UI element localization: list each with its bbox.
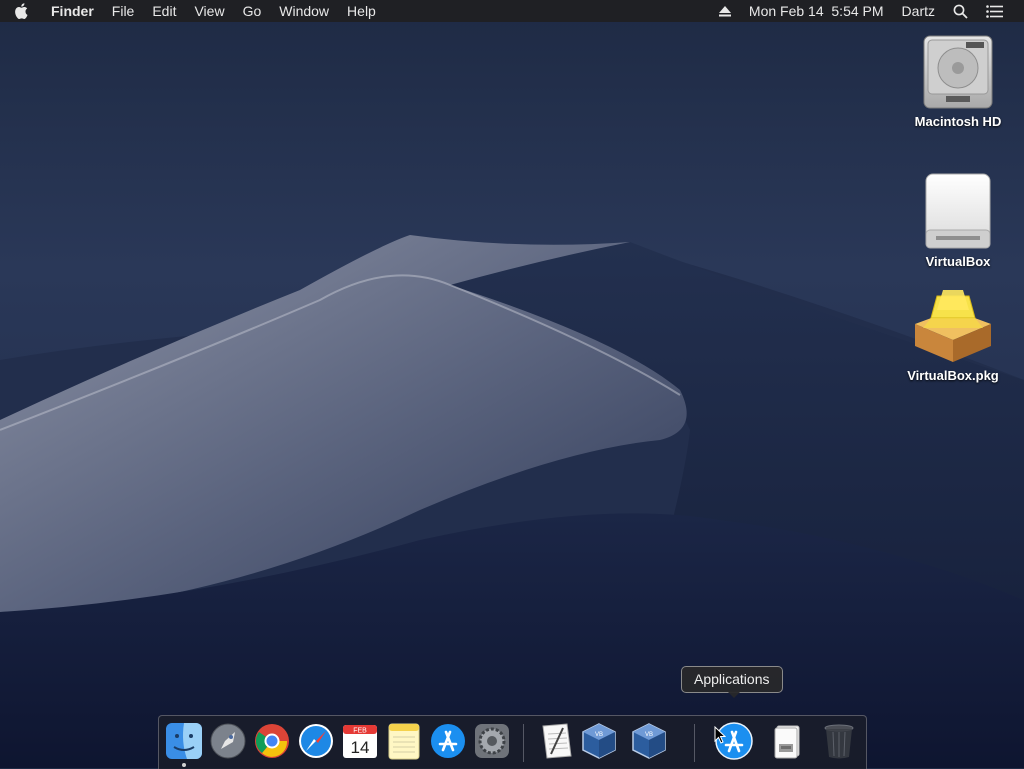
dock-item-chrome[interactable]	[252, 721, 292, 761]
desktop-icon-macintosh-hd[interactable]: Macintosh HD	[898, 32, 1018, 129]
menu-go[interactable]: Go	[234, 0, 271, 22]
desktop-wallpaper	[0, 0, 1024, 768]
virtualbox-icon: VB	[632, 723, 666, 759]
dock-item-trash[interactable]	[819, 721, 859, 761]
dock-item-notes[interactable]	[384, 721, 424, 761]
desktop-icon-virtualbox-disk[interactable]: VirtualBox	[898, 172, 1018, 269]
dock-item-finder[interactable]	[164, 721, 204, 761]
dock-separator	[523, 724, 524, 762]
dock-item-app-store[interactable]	[428, 721, 468, 761]
chrome-icon	[255, 724, 289, 758]
apple-menu-icon[interactable]	[0, 0, 42, 22]
menu-bar: Finder File Edit View Go Window Help Mon…	[0, 0, 1024, 22]
dock-item-safari[interactable]	[296, 721, 336, 761]
svg-text:VB: VB	[595, 732, 603, 738]
mouse-cursor-icon	[714, 726, 726, 744]
dock-tooltip: Applications	[681, 666, 783, 693]
menu-edit[interactable]: Edit	[143, 0, 185, 22]
menu-window[interactable]: Window	[270, 0, 338, 22]
menu-file[interactable]: File	[103, 0, 144, 22]
external-disk-icon	[925, 173, 991, 249]
dock-item-launchpad[interactable]	[208, 721, 248, 761]
running-indicator	[182, 763, 186, 767]
dock-item-system-preferences[interactable]	[472, 721, 512, 761]
downloads-stack-icon	[774, 725, 800, 759]
desktop-icon-label: Macintosh HD	[914, 114, 1002, 129]
safari-icon	[299, 724, 333, 758]
spotlight-search-icon[interactable]	[944, 0, 977, 22]
notification-center-icon[interactable]	[977, 0, 1012, 22]
dock-item-textedit[interactable]	[536, 721, 576, 761]
calendar-icon: FEB 14	[343, 725, 377, 758]
dock: FEB 14 VB VB	[158, 715, 867, 769]
system-preferences-icon	[475, 724, 509, 758]
dock-item-downloads[interactable]	[767, 721, 807, 761]
dock-separator	[694, 724, 695, 762]
launchpad-icon	[210, 723, 246, 759]
calendar-day: 14	[351, 738, 370, 757]
dock-item-virtualbox-2[interactable]: VB	[629, 721, 669, 761]
menu-app-name[interactable]: Finder	[42, 0, 103, 22]
desktop-icon-label: VirtualBox	[925, 254, 991, 269]
package-icon	[915, 290, 991, 362]
menu-clock[interactable]: Mon Feb 14 5:54 PM	[740, 0, 893, 22]
menu-view[interactable]: View	[185, 0, 233, 22]
dock-item-virtualbox[interactable]: VB	[579, 721, 619, 761]
textedit-icon	[542, 723, 572, 759]
app-store-icon	[431, 724, 465, 758]
calendar-month: FEB	[353, 728, 367, 735]
desktop-icon-virtualbox-pkg[interactable]: VirtualBox.pkg	[893, 288, 1013, 383]
notes-icon	[388, 723, 420, 760]
finder-icon	[166, 723, 202, 759]
trash-icon	[824, 724, 854, 759]
menu-user[interactable]: Dartz	[893, 0, 944, 22]
hard-drive-icon	[923, 35, 993, 109]
dock-item-calendar[interactable]: FEB 14	[340, 721, 380, 761]
eject-icon[interactable]	[710, 0, 740, 22]
menu-help[interactable]: Help	[338, 0, 385, 22]
desktop-icon-label: VirtualBox.pkg	[907, 368, 999, 383]
tooltip-arrow	[727, 691, 741, 698]
virtualbox-icon: VB	[582, 723, 616, 759]
svg-text:VB: VB	[645, 732, 653, 738]
